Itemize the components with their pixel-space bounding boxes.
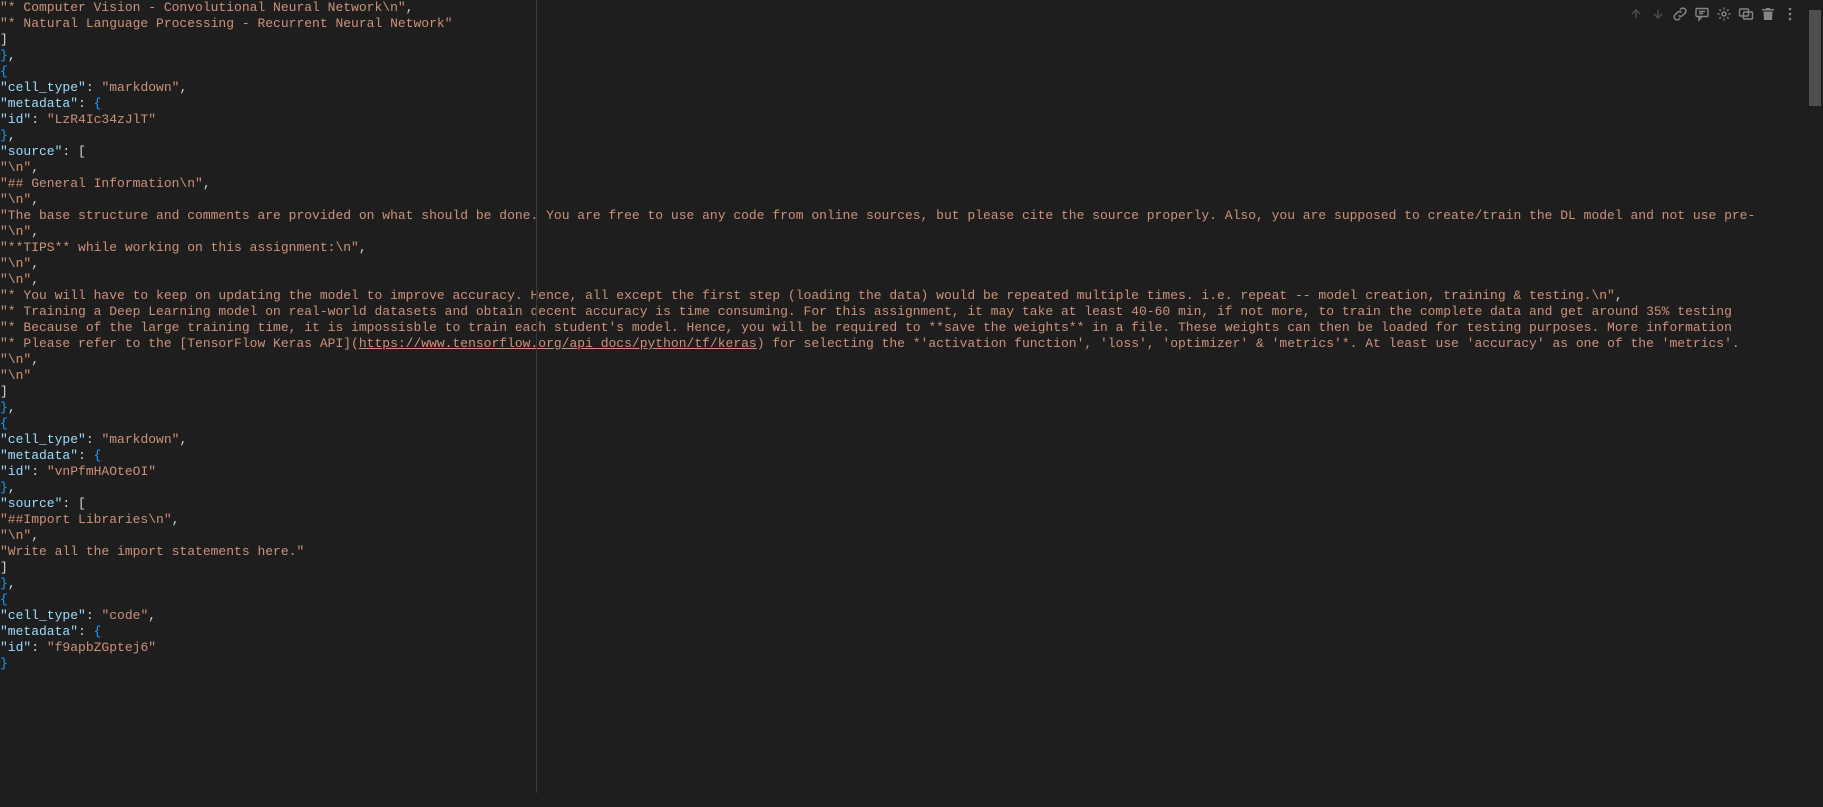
- link-button[interactable]: [1669, 4, 1691, 24]
- code-line[interactable]: "* Training a Deep Learning model on rea…: [0, 304, 1807, 320]
- code-line[interactable]: ]: [0, 32, 1807, 48]
- code-line[interactable]: "The base structure and comments are pro…: [0, 208, 1807, 224]
- code-line[interactable]: "\n",: [0, 256, 1807, 272]
- code-line[interactable]: "* Computer Vision - Convolutional Neura…: [0, 0, 1807, 16]
- code-line[interactable]: ]: [0, 384, 1807, 400]
- code-editor-content[interactable]: "* Computer Vision - Convolutional Neura…: [0, 0, 1807, 807]
- code-line[interactable]: "cell_type": "markdown",: [0, 432, 1807, 448]
- code-line[interactable]: "## General Information\n",: [0, 176, 1807, 192]
- code-line[interactable]: "\n",: [0, 160, 1807, 176]
- move-cell-up-button[interactable]: [1625, 4, 1647, 24]
- vertical-scrollbar[interactable]: [1807, 0, 1823, 807]
- code-line[interactable]: },: [0, 576, 1807, 592]
- code-line[interactable]: "##Import Libraries\n",: [0, 512, 1807, 528]
- code-line[interactable]: "id": "LzR4Ic34zJlT": [0, 112, 1807, 128]
- code-line[interactable]: "\n",: [0, 192, 1807, 208]
- code-line[interactable]: "source": [: [0, 144, 1807, 160]
- code-line[interactable]: {: [0, 64, 1807, 80]
- code-line[interactable]: "id": "vnPfmHAOteOI": [0, 464, 1807, 480]
- delete-button[interactable]: [1757, 4, 1779, 24]
- code-line[interactable]: "\n",: [0, 272, 1807, 288]
- code-line[interactable]: "\n",: [0, 528, 1807, 544]
- code-line[interactable]: {: [0, 416, 1807, 432]
- code-line[interactable]: "* You will have to keep on updating the…: [0, 288, 1807, 304]
- code-line[interactable]: "\n",: [0, 224, 1807, 240]
- code-line[interactable]: "id": "f9apbZGptej6": [0, 640, 1807, 656]
- code-line[interactable]: "metadata": {: [0, 448, 1807, 464]
- code-line[interactable]: "* Because of the large training time, i…: [0, 320, 1807, 336]
- settings-button[interactable]: [1713, 4, 1735, 24]
- cell-toolbar: [1625, 4, 1801, 24]
- comment-button[interactable]: [1691, 4, 1713, 24]
- more-actions-button[interactable]: [1779, 4, 1801, 24]
- code-line[interactable]: "metadata": {: [0, 624, 1807, 640]
- code-line[interactable]: "* Please refer to the [TensorFlow Keras…: [0, 336, 1807, 352]
- editor-ruler: [536, 0, 537, 807]
- mirror-button[interactable]: [1735, 4, 1757, 24]
- code-line[interactable]: "**TIPS** while working on this assignme…: [0, 240, 1807, 256]
- move-cell-down-button[interactable]: [1647, 4, 1669, 24]
- code-line[interactable]: "\n",: [0, 352, 1807, 368]
- code-line[interactable]: }: [0, 656, 1807, 672]
- horizontal-scrollbar[interactable]: [0, 793, 1807, 807]
- code-line[interactable]: "* Natural Language Processing - Recurre…: [0, 16, 1807, 32]
- code-line[interactable]: },: [0, 400, 1807, 416]
- code-line[interactable]: "cell_type": "code",: [0, 608, 1807, 624]
- code-line[interactable]: },: [0, 480, 1807, 496]
- code-line[interactable]: ]: [0, 560, 1807, 576]
- code-line[interactable]: },: [0, 48, 1807, 64]
- code-line[interactable]: "metadata": {: [0, 96, 1807, 112]
- code-line[interactable]: "source": [: [0, 496, 1807, 512]
- code-line[interactable]: {: [0, 592, 1807, 608]
- code-line[interactable]: },: [0, 128, 1807, 144]
- code-line[interactable]: "cell_type": "markdown",: [0, 80, 1807, 96]
- code-line[interactable]: "Write all the import statements here.": [0, 544, 1807, 560]
- scroll-thumb[interactable]: [1809, 10, 1821, 106]
- code-line[interactable]: "\n": [0, 368, 1807, 384]
